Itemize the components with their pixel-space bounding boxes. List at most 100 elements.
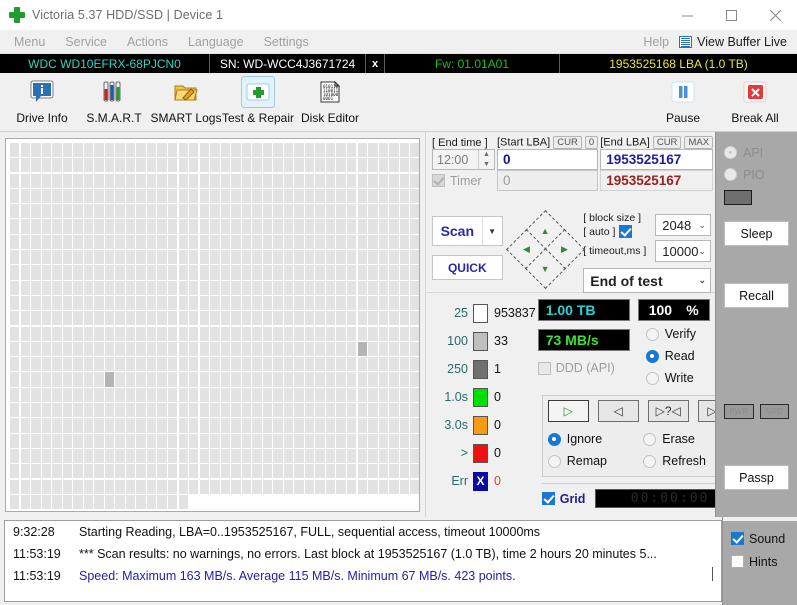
radio-dot[interactable] (643, 432, 657, 446)
navigation-dpad[interactable]: ▲ ◀ ▶ ▼ (505, 209, 585, 290)
radio-dot[interactable] (643, 454, 657, 468)
block-map-cell (31, 433, 41, 448)
auto-checkbox[interactable] (619, 225, 633, 238)
menu-item-service[interactable]: Service (55, 35, 117, 49)
block-map-cell (399, 158, 410, 173)
end-time-stepper[interactable]: 12:00 ▲ ▼ (432, 149, 495, 170)
radio-dot[interactable] (645, 327, 659, 341)
quick-button[interactable]: QUICK (432, 255, 503, 280)
scan-button[interactable]: Scan ▼ (432, 216, 503, 246)
view-buffer-live-button[interactable]: View Buffer Live (679, 35, 787, 49)
log-row[interactable]: 9:32:28 Starting Reading, LBA=0..19535251… (5, 521, 721, 543)
api-mode-row[interactable]: API (724, 143, 797, 162)
radio-dot[interactable] (547, 432, 561, 446)
grid-checkbox[interactable] (541, 492, 555, 505)
timer-checkbox-row[interactable]: Timer (432, 170, 495, 191)
minimize-icon[interactable] (665, 0, 709, 30)
end-lba-max-button[interactable]: MAX (684, 136, 714, 149)
block-map-cell (62, 143, 73, 158)
close-icon[interactable] (753, 0, 797, 30)
start-lba-cur-button[interactable]: CUR (553, 136, 582, 149)
block-map-cell (83, 448, 94, 464)
transport-play-forward-button[interactable]: ▷ (547, 400, 589, 422)
toolbar-button-test-repair[interactable]: Test & Repair (222, 73, 294, 125)
block-map-cell (336, 326, 346, 341)
sound-checkbox[interactable] (731, 532, 744, 545)
hints-checkbox[interactable] (731, 555, 744, 568)
passport-button[interactable]: Passp (724, 465, 789, 490)
recall-button[interactable]: Recall (724, 283, 789, 308)
hints-option-row[interactable]: Hints (731, 552, 797, 571)
defect-radio-ignore[interactable]: Ignore (547, 428, 644, 450)
transport-random-access-button[interactable]: ▷?◁ (647, 400, 689, 422)
end-action-select[interactable]: End of test ⌄ (583, 268, 711, 293)
log-row[interactable]: 11:53:19 Speed: Maximum 163 MB/s. Average… (5, 565, 721, 587)
block-size-label: [ block size ] (583, 212, 642, 224)
maximize-icon[interactable] (709, 0, 753, 30)
mode-radio-read[interactable]: Read (645, 345, 710, 367)
block-map-cell (94, 341, 104, 357)
drive-close-icon[interactable]: x (366, 54, 385, 73)
block-map-cell (146, 464, 157, 479)
timer-checkbox[interactable] (432, 174, 445, 187)
srd-button[interactable]: SRD (759, 404, 789, 419)
pio-radio[interactable] (724, 168, 737, 181)
sound-option-row[interactable]: Sound (731, 529, 797, 548)
defect-radio-remap[interactable]: Remap (547, 450, 644, 472)
block-map-cell (304, 387, 315, 402)
menu-item-language[interactable]: Language (178, 35, 254, 49)
block-map-cell (157, 418, 167, 433)
block-map-cell (315, 433, 325, 448)
menu-item-actions[interactable]: Actions (117, 35, 178, 49)
block-map-cell (199, 158, 209, 173)
ddd-api-row[interactable]: DDD (API) (537, 361, 630, 375)
log-row[interactable]: 11:53:19 *** Scan results: no warnings, n… (5, 543, 721, 565)
api-radio[interactable] (724, 146, 737, 159)
timeout-select[interactable]: 10000 ⌄ (655, 240, 711, 262)
menu-item-settings[interactable]: Settings (254, 35, 319, 49)
block-map-cell (399, 341, 410, 357)
toolbar-button-pause[interactable]: Pause (647, 73, 719, 125)
radio-dot[interactable] (645, 371, 659, 385)
menu-item-help[interactable]: Help (633, 35, 679, 49)
spin-down-icon[interactable]: ▼ (479, 160, 494, 170)
block-map-cell (410, 188, 419, 204)
toolbar-button-break-all[interactable]: Break All (719, 73, 791, 125)
block-map-cell (283, 143, 294, 158)
mode-radio-verify[interactable]: Verify (645, 323, 710, 345)
block-map[interactable] (5, 138, 420, 512)
block-size-select[interactable]: 2048 ⌄ (655, 214, 711, 236)
block-map-cell (146, 311, 157, 326)
scan-dropdown-chevron-down-icon[interactable]: ▼ (481, 217, 502, 245)
block-map-cell (336, 219, 346, 234)
block-map-cell (104, 403, 115, 418)
toolbar-button-disk-editor[interactable]: 010110 110011 101000 0001 Disk Editor (294, 73, 366, 125)
end-lba-cur-button[interactable]: CUR (652, 136, 682, 149)
toolbar-button-smart[interactable]: S.M.A.R.T (78, 73, 150, 125)
block-map-cell (252, 326, 262, 341)
toolbar-button-drive-info[interactable]: Drive Info (6, 73, 78, 125)
log-list[interactable]: 9:32:28 Starting Reading, LBA=0..19535251… (4, 520, 722, 602)
block-map-cell (94, 311, 104, 326)
pio-mode-row[interactable]: PIO (724, 165, 797, 184)
ddd-api-checkbox[interactable] (537, 361, 551, 375)
sleep-button[interactable]: Sleep (724, 221, 789, 246)
toolbar-button-smart-logs[interactable]: SMART Logs (150, 73, 222, 125)
radio-dot[interactable] (645, 349, 659, 363)
menu-item-menu[interactable]: Menu (4, 35, 55, 49)
block-map-grid[interactable] (6, 139, 419, 511)
end-time-spin-arrows[interactable]: ▲ ▼ (478, 150, 494, 169)
block-map-cell (304, 188, 315, 204)
mode-radio-write[interactable]: Write (645, 367, 710, 389)
block-map-cell (52, 219, 62, 234)
start-lba-cur-value[interactable]: 0 (584, 136, 599, 149)
block-map-cell (357, 433, 367, 448)
radio-dot[interactable] (547, 454, 561, 468)
block-map-cell (262, 143, 273, 158)
end-lba-input[interactable]: 1953525167 (600, 149, 714, 170)
spin-up-icon[interactable]: ▲ (479, 150, 494, 160)
start-lba-input[interactable]: 0 (497, 149, 599, 170)
pwr-button[interactable]: PWR (724, 404, 754, 419)
transport-play-backward-button[interactable]: ◁ (597, 400, 639, 422)
block-map-cell (31, 311, 41, 326)
